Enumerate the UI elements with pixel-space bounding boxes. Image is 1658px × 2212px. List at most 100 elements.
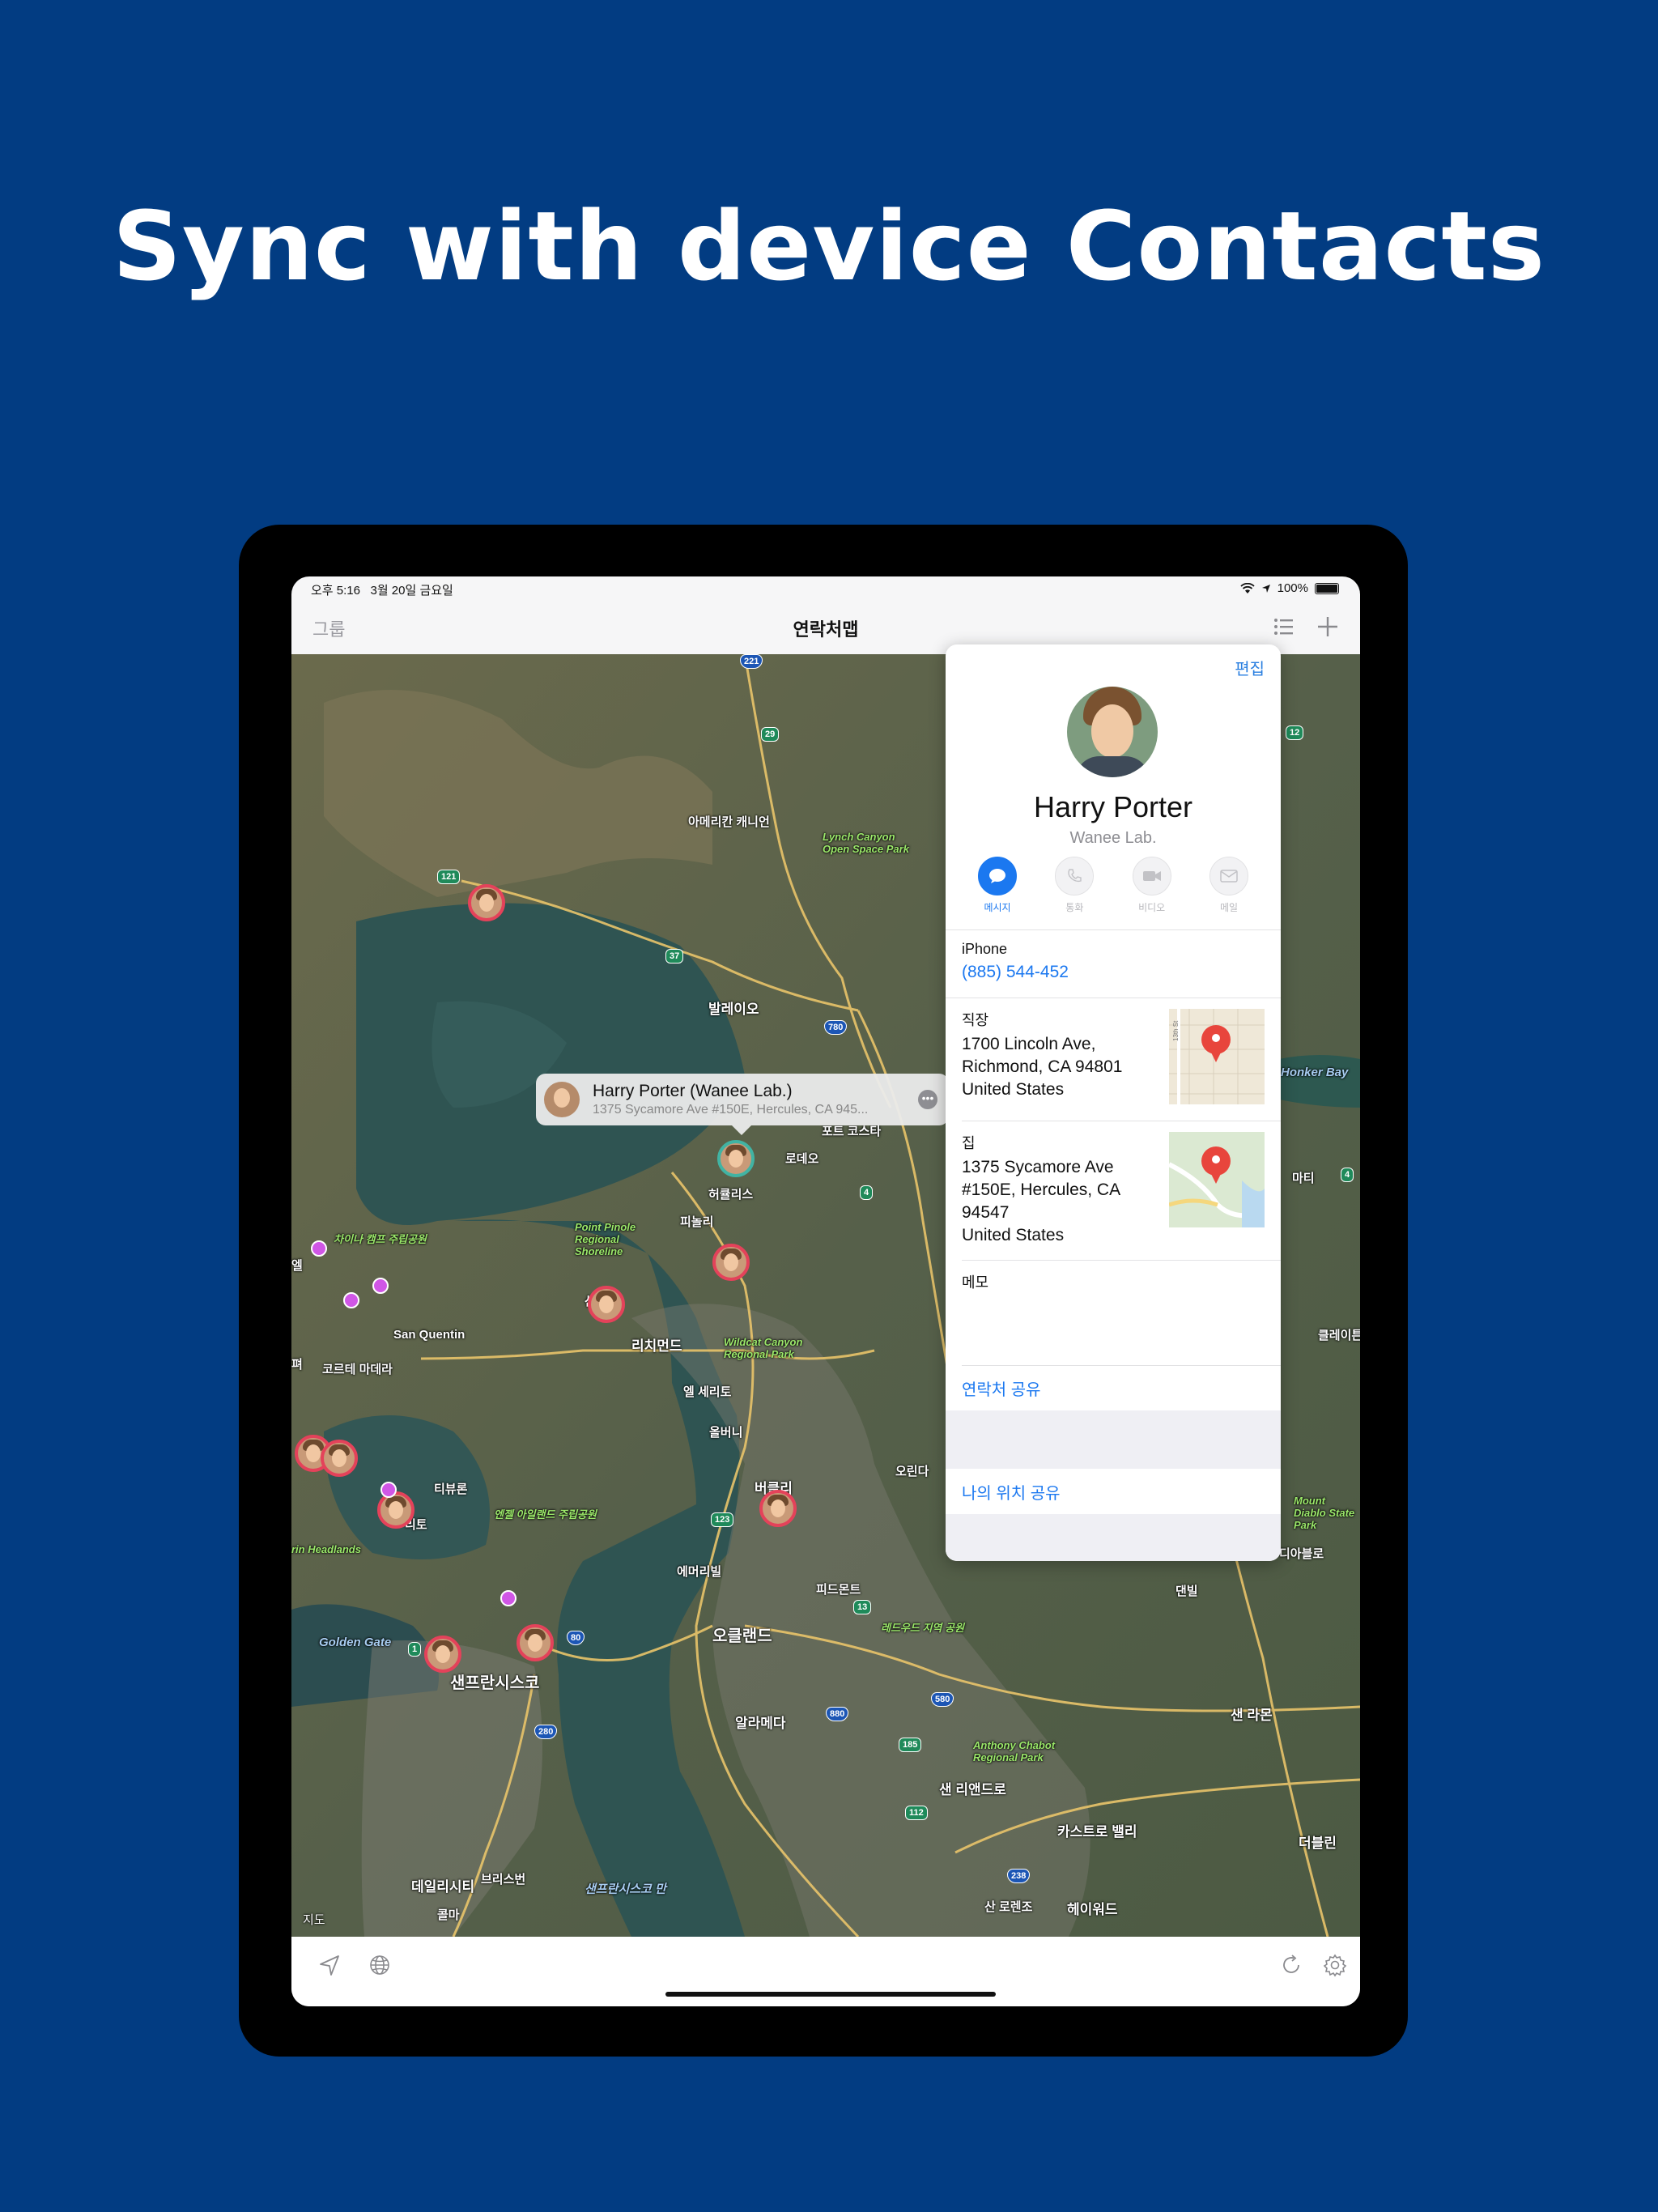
message-button[interactable]: 메시지 [973, 857, 1022, 918]
contact-company: Wanee Lab. [1069, 829, 1157, 847]
call-button[interactable]: 통화 [1050, 857, 1099, 918]
highway-shield: 12 [1286, 725, 1304, 740]
work-map-thumbnail[interactable]: 13th St [1169, 1009, 1265, 1104]
globe-icon[interactable] [366, 1951, 393, 1979]
map-label-americancanyon: 아메리칸 캐니언 [688, 815, 770, 829]
map-label-sanquentin: San Quentin [393, 1328, 466, 1342]
contact-pin[interactable] [759, 1490, 797, 1527]
highway-shield: 29 [761, 727, 780, 742]
callout-subtitle: 1375 Sycamore Ave #150E, Hercules, CA 94… [593, 1103, 869, 1117]
map-label-sanlorenzo: 산 로렌조 [984, 1900, 1033, 1914]
contact-pin[interactable] [321, 1440, 358, 1477]
app-screen: 오후 5:16 3월 20일 금요일 100% 그룹 연락처맵 아메리칸 캐니언… [291, 576, 1360, 2006]
contact-pin[interactable] [588, 1286, 625, 1323]
map-label-blackhawk: 디아블로 [1279, 1547, 1324, 1561]
map-label-sanramon: 샌 라몬 [1231, 1708, 1273, 1723]
map-label-hayward: 헤이워드 [1067, 1902, 1118, 1917]
highway-shield: 780 [824, 1020, 848, 1035]
call-label: 통화 [1065, 902, 1084, 913]
share-contact-row[interactable]: 연락처 공유 [962, 1376, 1265, 1400]
contact-pin-selected[interactable] [717, 1140, 755, 1177]
map-label-rodeo: 로데오 [785, 1152, 819, 1166]
map-label-alameda: 알라메다 [735, 1716, 786, 1731]
highway-shield: 221 [740, 654, 763, 669]
map-label-sanfrancisco: 샌프란시스코 [450, 1674, 540, 1692]
gear-icon[interactable] [1321, 1951, 1349, 1979]
location-arrow-icon[interactable] [316, 1951, 343, 1979]
memo-label: 메모 [962, 1274, 989, 1291]
map-label-chinacamp: 차이나 캠프 주립공원 [334, 1233, 427, 1245]
highway-shield: 238 [1007, 1869, 1031, 1883]
divider [962, 1260, 1281, 1261]
mail-button[interactable]: 메일 [1205, 857, 1253, 918]
more-icon[interactable]: ••• [918, 1090, 937, 1109]
highway-shield: 280 [534, 1725, 558, 1739]
share-location-link[interactable]: 나의 위치 공유 [962, 1480, 1265, 1504]
headline: Sync with device Contacts [112, 190, 1546, 302]
home-map-thumbnail[interactable] [1169, 1132, 1265, 1227]
map-label-dublin: 더블린 [1299, 1836, 1337, 1851]
map-label-martinez: 마티 [1292, 1172, 1315, 1185]
video-button[interactable]: 비디오 [1128, 857, 1176, 918]
phone-row[interactable]: iPhone (885) 544-452 [962, 941, 1265, 982]
nav-title: 연락처맵 [793, 619, 859, 640]
video-label: 비디오 [1138, 902, 1166, 913]
highway-shield: 880 [826, 1707, 849, 1721]
phone-number[interactable]: (885) 544-452 [962, 963, 1265, 982]
add-icon[interactable] [1313, 612, 1342, 641]
place-marker[interactable] [372, 1278, 389, 1294]
status-date: 3월 20일 금요일 [370, 584, 453, 598]
map-label-anthonychabot: Anthony Chabot Regional Park [973, 1739, 1056, 1763]
place-marker[interactable] [311, 1240, 327, 1257]
divider [962, 1365, 1281, 1366]
phone-icon [1055, 857, 1095, 895]
share-location-row[interactable]: 나의 위치 공유 [962, 1480, 1265, 1504]
map-label-cortemadera: 코르테 마데라 [322, 1363, 393, 1376]
map-label-colma: 콜마 [437, 1908, 460, 1922]
place-marker[interactable] [500, 1590, 517, 1606]
map-label-brisbane: 브리스번 [481, 1873, 526, 1887]
edit-button[interactable]: 편집 [1235, 656, 1265, 679]
memo-row[interactable]: 메모 [962, 1271, 1265, 1292]
phone-label: iPhone [962, 941, 1008, 957]
contact-pin[interactable] [712, 1244, 750, 1281]
map-label-orinda: 오린다 [895, 1465, 929, 1478]
list-icon[interactable] [1269, 612, 1299, 641]
map-label-elcerrito: 엘 세리토 [683, 1385, 732, 1399]
map-label-goldengate: Golden Gate [319, 1636, 392, 1649]
highway-shield: 37 [665, 949, 684, 963]
highway-shield: 580 [931, 1692, 954, 1707]
contact-pin[interactable] [517, 1624, 554, 1661]
contact-actions: 메시지 통화 비디오 메일 [973, 857, 1253, 918]
mail-label: 메일 [1219, 902, 1239, 913]
map-label-sanleandro: 샌 리앤드로 [939, 1782, 1006, 1797]
highway-shield: 121 [437, 870, 461, 884]
section-gap [946, 1514, 1281, 1561]
home-indicator[interactable] [665, 1992, 996, 1997]
map-label-lynchcanyon: Lynch Canyon Open Space Park [823, 831, 909, 855]
wifi-icon [1239, 582, 1255, 593]
contact-pin[interactable] [377, 1491, 414, 1529]
place-marker[interactable] [343, 1292, 359, 1308]
map-label-marinheadlands: rin Headlands [291, 1543, 361, 1555]
map-label-albany: 올버니 [709, 1426, 743, 1440]
map-label-angelisland: 엔젤 아일랜드 주립공원 [494, 1508, 597, 1521]
map-label-tiburon: 티뷰론 [434, 1482, 468, 1496]
contact-pin[interactable] [424, 1636, 461, 1673]
status-bar: 오후 5:16 3월 20일 금요일 100% [291, 576, 1360, 601]
contact-pin[interactable] [468, 884, 505, 921]
callout-title: Harry Porter (Wanee Lab.) [593, 1082, 793, 1100]
divider [946, 929, 1281, 930]
highway-shield: 4 [860, 1185, 874, 1200]
map-label-clayton: 클레이튼 [1318, 1329, 1360, 1342]
highway-shield: 123 [711, 1512, 734, 1527]
map-label-pinolepoint: Point Pinole Regional Shoreline [575, 1221, 636, 1257]
place-marker[interactable] [380, 1482, 397, 1498]
share-contact-link[interactable]: 연락처 공유 [962, 1376, 1265, 1400]
video-icon [1132, 857, 1171, 895]
map-label-castrovalley: 카스트로 밸리 [1057, 1824, 1137, 1840]
pin-callout[interactable]: Harry Porter (Wanee Lab.) 1375 Sycamore … [536, 1074, 949, 1135]
contact-card: 편집 Harry Porter Wanee Lab. 메시지 통화 비디오 메일… [946, 644, 1281, 1561]
refresh-icon[interactable] [1278, 1951, 1305, 1979]
map-label-hercules: 허큘리스 [708, 1188, 754, 1202]
